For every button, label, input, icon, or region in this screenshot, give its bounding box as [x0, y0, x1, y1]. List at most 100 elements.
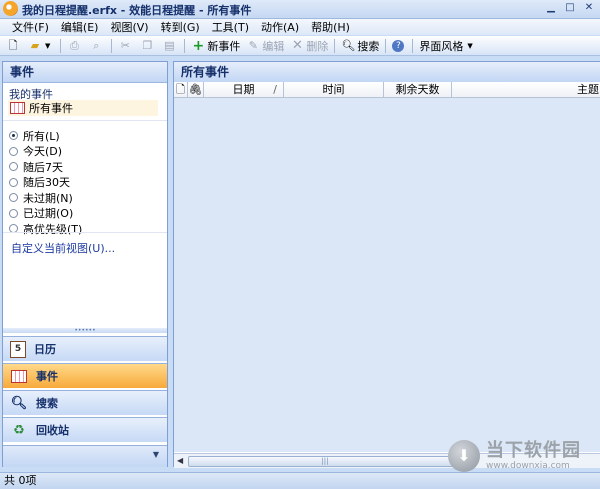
- toolbar-separator: [412, 38, 414, 53]
- menu-tools[interactable]: 工具(T): [212, 19, 249, 35]
- new-file-icon: 🗋: [8, 38, 18, 52]
- column-label: 剩余天数: [395, 83, 440, 96]
- filter-not-expired-radio[interactable]: 未过期(N): [9, 190, 82, 206]
- edit-button[interactable]: ✎ 编辑: [246, 38, 285, 54]
- search-button[interactable]: 🔍︎ 搜索: [341, 38, 379, 54]
- grid-icon: [10, 102, 25, 114]
- nav-recycle-bin-button[interactable]: ♻ 回收站: [3, 417, 167, 442]
- preview-button[interactable]: ⌕: [89, 38, 105, 54]
- menu-help[interactable]: 帮助(H): [311, 19, 350, 35]
- column-label: 主题: [577, 83, 599, 96]
- nav-calendar-button[interactable]: 5 日历: [3, 336, 167, 361]
- customize-view-link[interactable]: 自定义当前视图(U)...: [11, 240, 115, 256]
- app-icon: [3, 1, 18, 16]
- menu-action[interactable]: 动作(A): [261, 19, 299, 35]
- column-time-header[interactable]: 时间: [284, 82, 384, 97]
- dropdown-arrow-icon: ▼: [467, 41, 473, 50]
- filter-label: 随后30天: [23, 176, 70, 190]
- window-controls: ▁ □ ✕: [544, 2, 596, 14]
- nav-label: 搜索: [36, 397, 58, 410]
- filter-radio-group: 所有(L) 今天(D) 随后7天 随后30天 未过期(N) 已过期(O) 高优先…: [9, 128, 82, 237]
- menu-view[interactable]: 视图(V): [110, 19, 148, 35]
- sort-indicator-icon: /: [273, 83, 277, 96]
- radio-icon: [9, 193, 18, 203]
- dropdown-arrow-icon: ▼: [45, 41, 51, 50]
- status-bar: 共 0项: [0, 472, 600, 489]
- search-icon: 🔍︎: [10, 395, 28, 411]
- event-list-body[interactable]: [174, 98, 600, 452]
- delete-button[interactable]: ✕ 删除: [290, 38, 328, 54]
- cut-button[interactable]: ✂: [118, 38, 134, 54]
- pane-splitter-grip[interactable]: ••••••: [3, 328, 167, 334]
- watermark-text: 当下软件园 www.downxia.com: [486, 440, 581, 472]
- divider: [3, 120, 167, 121]
- filter-today-radio[interactable]: 今天(D): [9, 144, 82, 160]
- scroll-left-icon[interactable]: ◀: [177, 456, 183, 465]
- toolbar-separator: [385, 38, 387, 53]
- title-bar: 我的日程提醒.erfx - 效能日程提醒 - 所有事件 ▁ □ ✕: [0, 0, 600, 19]
- close-icon[interactable]: ✕: [582, 2, 596, 14]
- nav-search-button[interactable]: 🔍︎ 搜索: [3, 390, 167, 415]
- grid-icon: [10, 367, 28, 385]
- filter-expired-radio[interactable]: 已过期(O): [9, 206, 82, 222]
- column-attachment-header[interactable]: 🖇: [188, 82, 204, 97]
- printer-icon: ⎙: [69, 38, 79, 52]
- event-list-header: 所有事件: [174, 62, 600, 83]
- filter-next7-radio[interactable]: 随后7天: [9, 159, 82, 175]
- column-days-left-header[interactable]: 剩余天数: [384, 82, 452, 97]
- filter-label: 随后7天: [23, 160, 63, 174]
- nav-options-bar[interactable]: ▼: [3, 445, 167, 467]
- toolbar-separator: [184, 38, 186, 53]
- toolbar-separator: [60, 38, 62, 53]
- filter-all-radio[interactable]: 所有(L): [9, 128, 82, 144]
- menu-file[interactable]: 文件(F): [12, 19, 49, 35]
- radio-icon: [9, 146, 18, 156]
- column-date-header[interactable]: 日期 /: [204, 82, 284, 97]
- delete-x-icon: ✕: [291, 37, 303, 53]
- menu-goto[interactable]: 转到(G): [161, 19, 200, 35]
- preview-icon: ⌕: [93, 38, 100, 52]
- help-button[interactable]: ?: [392, 38, 406, 54]
- menu-edit[interactable]: 编辑(E): [61, 19, 99, 35]
- copy-button[interactable]: ❐: [140, 38, 156, 54]
- search-icon: 🔍︎: [341, 38, 356, 52]
- column-type-header[interactable]: 🗋: [174, 82, 188, 97]
- filter-high-priority-radio[interactable]: 高优先级(T): [9, 221, 82, 237]
- scissors-icon: ✂: [120, 38, 130, 52]
- search-label: 搜索: [357, 39, 380, 53]
- new-event-label: 新事件: [207, 39, 241, 53]
- scrollbar-thumb[interactable]: |||: [188, 456, 462, 467]
- watermark-cn: 当下软件园: [486, 440, 581, 461]
- radio-selected-icon: [9, 131, 18, 141]
- maximize-icon[interactable]: □: [563, 2, 577, 14]
- filter-label: 所有(L): [23, 129, 60, 143]
- minimize-icon[interactable]: ▁: [544, 2, 558, 14]
- print-button[interactable]: ⎙: [67, 38, 83, 54]
- filter-label: 已过期(O): [23, 207, 74, 221]
- new-file-button[interactable]: 🗋: [6, 38, 22, 54]
- help-icon: ?: [392, 39, 405, 52]
- chevron-down-icon: ▼: [152, 450, 159, 459]
- toolbar-separator: [111, 38, 113, 53]
- all-events-folder[interactable]: 所有事件: [8, 100, 158, 116]
- skin-dropdown[interactable]: 界面风格 ▼: [419, 38, 476, 54]
- watermark-en: www.downxia.com: [486, 461, 570, 471]
- paste-button[interactable]: ▤: [162, 38, 178, 54]
- toolbar-separator: [334, 38, 336, 53]
- divider: [3, 232, 167, 233]
- column-subject-header[interactable]: 主题: [452, 82, 600, 97]
- column-label: 时间: [322, 83, 345, 96]
- new-event-button[interactable]: + 新事件: [191, 38, 241, 54]
- open-button[interactable]: ▰ ▼: [28, 38, 54, 54]
- toolbar: 🗋 ▰ ▼ ⎙ ⌕ ✂ ❐ ▤ + 新事件 ✎ 编辑 ✕ 删除 🔍︎ 搜索 ? 界面风格 ▼: [0, 36, 600, 56]
- document-icon: 🗋: [176, 83, 185, 96]
- filter-next30-radio[interactable]: 随后30天: [9, 175, 82, 191]
- radio-icon: [9, 162, 18, 172]
- calendar-icon: 5: [10, 340, 26, 358]
- nav-events-button[interactable]: 事件: [3, 363, 167, 388]
- status-count: 共 0项: [4, 474, 37, 487]
- recycle-bin-icon: ♻: [13, 422, 25, 438]
- radio-icon: [9, 208, 18, 218]
- edit-label: 编辑: [262, 39, 285, 53]
- all-events-label: 所有事件: [29, 102, 73, 115]
